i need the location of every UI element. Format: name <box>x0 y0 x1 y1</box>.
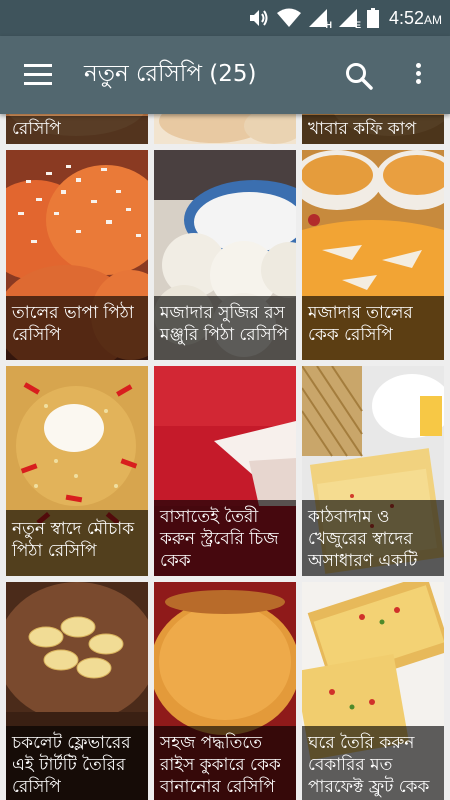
recipe-card[interactable]: কাঠবাদাম ও খেজুরের স্বাদের অসাধারণ একটি <box>302 366 444 576</box>
recipe-card-title: সহজ পদ্ধতিতে রাইস কুকারে কেক বানানোর রেস… <box>154 726 296 800</box>
recipe-card-title: বাসাতেই তৈরী করুন স্ট্রবেরি চিজ কেক <box>154 500 296 576</box>
recipe-card-title: মজাদার সুজির রস মঞ্জুরি পিঠা রেসিপি <box>154 296 296 360</box>
recipe-card[interactable]: চকলেট ফ্লেভারের এই টার্টটি তৈরির রেসিপি <box>6 582 148 800</box>
recipe-card-title: মজাদার তালের কেক রেসিপি <box>302 296 444 360</box>
recipe-card-title: নতুন স্বাদে মৌচাক পিঠা রেসিপি <box>6 510 148 576</box>
recipe-card-title: তালের ভাপা পিঠা রেসিপি <box>6 296 148 360</box>
recipe-card-title: ঘরে তৈরি করুন বেকারির মত পারফেক্ট ফ্রুট … <box>302 726 444 800</box>
recipe-card-title: খাবার কফি কাপ <box>302 115 444 144</box>
recipe-card-title: কাঠবাদাম ও খেজুরের স্বাদের অসাধারণ একটি <box>302 500 444 576</box>
recipe-card[interactable]: সহজ পদ্ধতিতে রাইস কুকারে কেক বানানোর রেস… <box>154 582 296 800</box>
recipe-card[interactable]: মজাদার সুজির রস মঞ্জুরি পিঠা রেসিপি <box>154 150 296 360</box>
clock-ampm: AM <box>424 12 442 27</box>
recipe-card-title: চকলেট ফ্লেভারের এই টার্টটি তৈরির রেসিপি <box>6 726 148 800</box>
recipe-card[interactable]: মজাদার তালের কেক রেসিপি <box>302 150 444 360</box>
cell-signal-e: E <box>338 8 361 30</box>
clock-time: 4:52 <box>388 7 424 28</box>
volume-icon <box>250 10 268 26</box>
page-title: নতুন রেসিপি (25) <box>84 61 257 87</box>
recipe-card-title: রেসিপি <box>6 116 148 144</box>
status-time: 4:52AM <box>389 8 442 29</box>
recipe-card[interactable]: বাসাতেই তৈরী করুন স্ট্রবেরি চিজ কেক <box>154 366 296 576</box>
network-type-label: H <box>325 20 332 30</box>
cell-signal-h: H <box>308 8 332 30</box>
hamburger-menu-icon[interactable] <box>24 64 52 86</box>
network-type-label: E <box>354 20 361 30</box>
wifi-icon <box>277 8 302 27</box>
more-vert-icon[interactable] <box>410 60 426 92</box>
status-bar: H E 4:52AM <box>0 0 450 36</box>
search-icon[interactable] <box>344 61 374 91</box>
recipe-card[interactable]: তালের ভাপা পিঠা রেসিপি <box>6 150 148 360</box>
recipe-card[interactable]: ঘরে তৈরি করুন বেকারির মত পারফেক্ট ফ্রুট … <box>302 582 444 800</box>
battery-icon <box>366 8 379 28</box>
recipe-card[interactable]: নতুন স্বাদে মৌচাক পিঠা রেসিপি <box>6 366 148 576</box>
app-toolbar: নতুন রেসিপি (25) <box>0 36 450 114</box>
